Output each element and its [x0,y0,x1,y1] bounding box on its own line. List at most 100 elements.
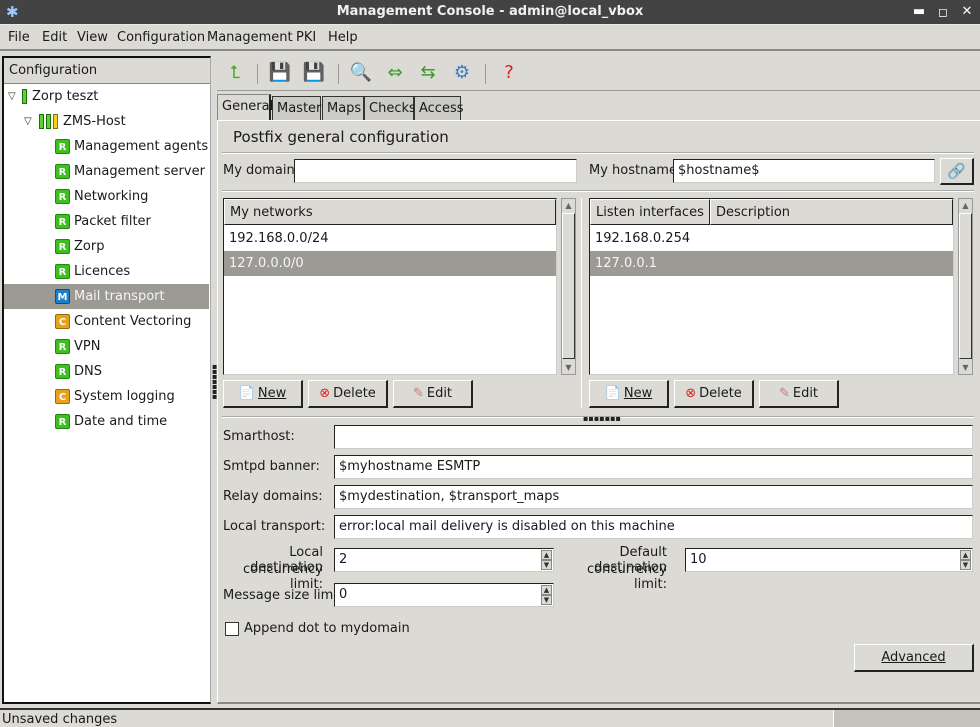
tree-item-system-logging[interactable]: C System logging [4,384,209,409]
advanced-button[interactable]: Advanced [854,644,974,672]
r-badge-icon: R [55,164,70,179]
default-dest-limit-spinbox[interactable]: 10 ▲ ▼ [685,548,973,572]
default-dest-limit-label-2: concurrency limit: [587,562,667,592]
spin-up-icon[interactable]: ▲ [541,550,552,560]
tree-item-management-agents[interactable]: R Management agents [4,134,209,159]
toolbar-separator [485,64,486,84]
tab-access[interactable]: Access [414,96,464,120]
my-domain-input[interactable] [294,159,577,183]
smarthost-input[interactable] [334,425,973,449]
spin-up-icon[interactable]: ▲ [960,550,971,560]
scroll-thumb[interactable] [562,213,575,359]
scroll-down-icon[interactable]: ▼ [562,361,575,374]
delete-circle-icon: ⊗ [319,386,331,401]
message-size-limit-label: Message size limit: [223,588,347,603]
divider [222,190,974,192]
networks-new-button[interactable]: 📄 New [223,380,303,408]
interfaces-edit-button[interactable]: ✎ Edit [759,380,839,408]
tab-maps[interactable]: Maps [322,96,364,120]
new-document-icon: 📄 [238,386,255,401]
menu-file[interactable]: File [8,30,30,45]
networks-edit-button[interactable]: ✎ Edit [393,380,473,408]
message-size-limit-spinbox[interactable]: 0 ▲ ▼ [334,583,554,607]
sidebar-splitter[interactable]: ▪ ▪ ▪ ▪ ▪ ▪ ▪ [212,56,217,704]
interfaces-delete-button[interactable]: ⊗ Delete [674,380,754,408]
listen-interfaces-list[interactable]: Listen interfaces Description 192.168.0.… [589,198,954,375]
menu-help[interactable]: Help [328,30,358,45]
link-button[interactable]: 🔗 [940,158,974,185]
spin-down-icon[interactable]: ▼ [541,560,552,570]
list-item[interactable]: 127.0.0.0/0 [224,251,556,276]
tree-item-networking[interactable]: R Networking [4,184,209,209]
tab-general[interactable]: General [217,94,273,121]
column-header-my-networks[interactable]: My networks [224,199,556,225]
tree-header[interactable]: Configuration [4,58,210,84]
spin-down-icon[interactable]: ▼ [960,560,971,570]
search-icon[interactable]: 🔍 [348,60,374,86]
tree-item-management-server[interactable]: R Management server [4,159,209,184]
scroll-up-icon[interactable]: ▲ [959,199,972,212]
my-hostname-input[interactable]: $hostname$ [673,159,935,183]
tree-item-zorp[interactable]: R Zorp [4,234,209,259]
tree-item-packet-filter[interactable]: R Packet filter [4,209,209,234]
spin-up-icon[interactable]: ▲ [541,585,552,595]
commit-icon[interactable]: 💾 [267,60,293,86]
tree-item-mail-transport[interactable]: M Mail transport [4,284,209,309]
tree-item-zms-host[interactable]: ▽ ZMS-Host [4,109,209,134]
minimize-icon[interactable]: ▬ [911,4,927,20]
section-title: Postfix general configuration [233,128,449,146]
column-header-listen-interfaces[interactable]: Listen interfaces [590,199,710,225]
menu-configuration[interactable]: Configuration [117,30,205,45]
settings-gear-icon[interactable]: ⚙ [449,60,475,86]
edit-pencil-icon: ✎ [778,386,790,401]
menu-view[interactable]: View [77,30,108,45]
tab-checks[interactable]: Checks [364,96,416,120]
list-item[interactable]: 192.168.0.254 [590,226,953,251]
smtpd-banner-label: Smtpd banner: [223,459,320,474]
expand-triangle-icon[interactable]: ▽ [8,84,16,109]
revert-icon[interactable]: 💾 [301,60,327,86]
configuration-tree: Configuration ▽ Zorp teszt ▽ ZMS-Host RM… [2,56,211,704]
local-transport-input[interactable]: error:local mail delivery is disabled on… [334,515,973,539]
menu-edit[interactable]: Edit [42,30,67,45]
splitter-grip-icon[interactable]: ▪▪▪▪▪▪▪ [583,414,621,423]
scroll-up-icon[interactable]: ▲ [562,199,575,212]
c-badge-icon: C [55,389,70,404]
spin-down-icon[interactable]: ▼ [541,595,552,605]
tree-item-date-and-time[interactable]: R Date and time [4,409,209,434]
append-dot-label[interactable]: Append dot to mydomain [244,621,410,636]
save-question-icon[interactable]: ? [496,60,522,86]
interfaces-scrollbar[interactable]: ▲ ▼ [958,198,973,375]
tab-master[interactable]: Master [272,96,321,120]
c-badge-icon: C [55,314,70,329]
my-networks-list[interactable]: My networks 192.168.0.0/24 127.0.0.0/0 [223,198,557,375]
scroll-down-icon[interactable]: ▼ [959,361,972,374]
networks-scrollbar[interactable]: ▲ ▼ [561,198,576,375]
column-header-description[interactable]: Description [710,199,953,225]
menu-management[interactable]: Management [207,30,293,45]
scroll-thumb[interactable] [959,213,972,359]
r-badge-icon: R [55,264,70,279]
list-item[interactable]: 127.0.0.1 [590,251,953,276]
append-dot-checkbox[interactable] [225,622,239,636]
list-item[interactable]: 192.168.0.0/24 [224,226,556,251]
upload-icon[interactable]: ⇔ [382,60,408,86]
networks-delete-button[interactable]: ⊗ Delete [308,380,388,408]
smtpd-banner-input[interactable]: $myhostname ESMTP [334,455,973,479]
expand-triangle-icon[interactable]: ▽ [24,109,32,134]
maximize-icon[interactable]: ◻ [935,4,951,20]
relay-domains-input[interactable]: $mydestination, $transport_maps [334,485,973,509]
interfaces-new-button[interactable]: 📄 New [589,380,669,408]
go-up-icon[interactable]: ⮤ [222,60,248,86]
tree-item-zorp-teszt[interactable]: ▽ Zorp teszt [4,84,209,109]
local-dest-limit-spinbox[interactable]: 2 ▲ ▼ [334,548,554,572]
tree-item-licences[interactable]: R Licences [4,259,209,284]
menu-pki[interactable]: PKI [296,30,316,45]
tree-item-vpn[interactable]: R VPN [4,334,209,359]
host-transfer-icon[interactable]: ⇆ [415,60,441,86]
tree-item-dns[interactable]: R DNS [4,359,209,384]
new-document-icon: 📄 [604,386,621,401]
close-icon[interactable]: ✕ [959,4,975,20]
toolbar: ⮤ 💾 💾 🔍 ⇔ ⇆ ⚙ ? [217,56,980,91]
tree-item-content-vectoring[interactable]: C Content Vectoring [4,309,209,334]
